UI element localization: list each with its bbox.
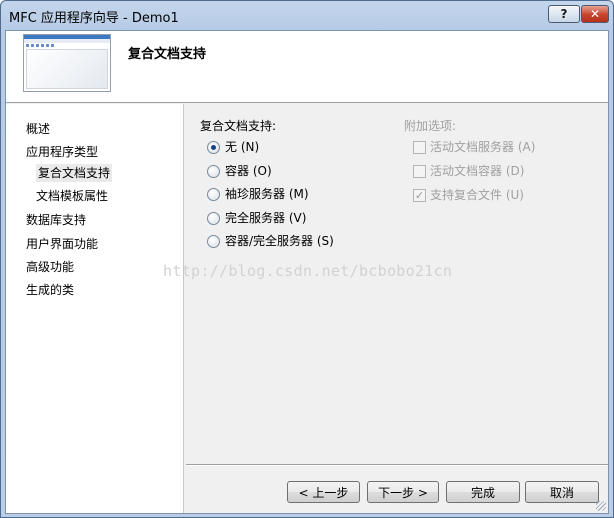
close-icon: ✕: [589, 7, 601, 21]
wizard-nav: 概述 应用程序类型 复合文档支持 文档模板属性 数据库支持 用户界面功能 高级功…: [6, 104, 184, 513]
window-frame: MFC 应用程序向导 - Demo1 ? ✕ 复合文档支持 概述 应用程序类型 …: [0, 0, 614, 518]
close-button[interactable]: ✕: [581, 5, 609, 23]
window-title: MFC 应用程序向导 - Demo1: [9, 11, 179, 26]
cancel-button[interactable]: 取消: [525, 481, 599, 503]
nav-item-database[interactable]: 数据库支持: [26, 211, 86, 229]
radio-full-server-label[interactable]: 完全服务器 (V): [225, 210, 306, 226]
help-button[interactable]: ?: [548, 5, 580, 23]
compound-group-label: 复合文档支持:: [200, 119, 277, 133]
nav-item-compound-doc[interactable]: 复合文档支持: [36, 164, 113, 182]
finish-button[interactable]: 完成: [446, 481, 520, 503]
preview-menubar: [24, 39, 110, 43]
app-preview-image: [23, 34, 111, 92]
options-panel: 复合文档支持: 无 (N) 容器 (O) 袖珍服务器 (M) 完全服务器 (V)…: [186, 104, 608, 513]
preview-body: [26, 49, 108, 89]
nav-item-ui-features[interactable]: 用户界面功能: [26, 235, 98, 253]
radio-none-label[interactable]: 无 (N): [225, 139, 259, 155]
button-separator: [186, 464, 608, 466]
radio-container-label[interactable]: 容器 (O): [225, 163, 272, 179]
checkbox-active-doc-container-label[interactable]: 活动文档容器 (D): [430, 163, 524, 179]
nav-item-generated-classes[interactable]: 生成的类: [26, 281, 74, 299]
radio-container-full-server[interactable]: [207, 235, 220, 248]
prev-button[interactable]: < 上一步: [287, 481, 360, 503]
preview-toolbar: [26, 44, 56, 47]
checkbox-active-doc-server[interactable]: [413, 141, 426, 154]
resize-grip[interactable]: [596, 501, 606, 511]
checkmark-icon: ✓: [414, 189, 425, 202]
radio-container[interactable]: [207, 165, 220, 178]
checkbox-active-doc-server-label[interactable]: 活动文档服务器 (A): [430, 139, 535, 155]
checkbox-active-doc-container[interactable]: [413, 165, 426, 178]
help-icon: ?: [560, 7, 568, 21]
page-title: 复合文档支持: [128, 47, 207, 62]
radio-none[interactable]: [207, 141, 220, 154]
title-bar[interactable]: MFC 应用程序向导 - Demo1 ? ✕: [1, 1, 613, 29]
nav-item-advanced[interactable]: 高级功能: [26, 258, 74, 276]
checkbox-compound-files[interactable]: ✓: [413, 189, 426, 202]
nav-item-app-type[interactable]: 应用程序类型: [26, 143, 98, 161]
radio-mini-server-label[interactable]: 袖珍服务器 (M): [225, 186, 309, 202]
radio-container-full-server-label[interactable]: 容器/完全服务器 (S): [225, 233, 334, 249]
radio-selected-icon: [211, 145, 216, 150]
nav-item-doc-template[interactable]: 文档模板属性: [36, 187, 108, 205]
next-button[interactable]: 下一步 >: [367, 481, 439, 503]
watermark-text: http://blog.csdn.net/bcbobo21cn: [163, 262, 453, 280]
checkbox-compound-files-label[interactable]: 支持复合文件 (U): [430, 187, 524, 203]
radio-mini-server[interactable]: [207, 188, 220, 201]
additional-group-label: 附加选项:: [404, 119, 457, 133]
radio-full-server[interactable]: [207, 212, 220, 225]
nav-item-overview[interactable]: 概述: [26, 120, 50, 138]
wizard-header: 复合文档支持: [6, 31, 608, 103]
